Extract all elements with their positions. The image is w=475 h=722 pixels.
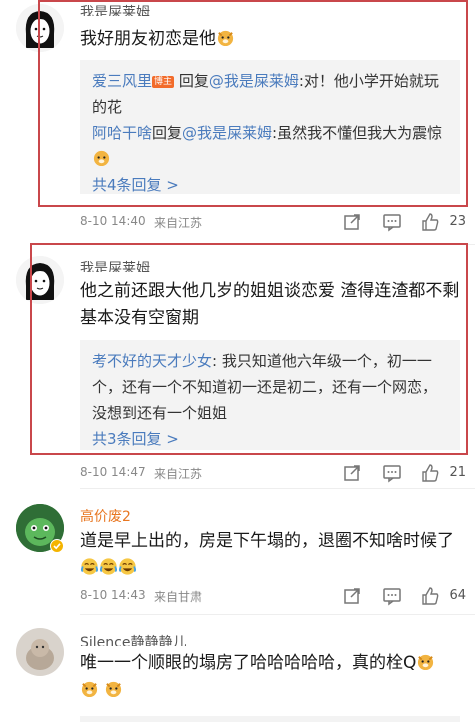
reply-item[interactable]: 阿哈干啥回复@我是屎莱姆:虽然我不懂但我大为震惊 [92,120,448,172]
avatar-girl-icon [16,4,64,52]
username[interactable]: 我是屎莱姆 [80,2,150,16]
blogger-badge: 博主 [152,76,175,88]
like-count: 64 [449,588,466,603]
comment-meta: 8-10 14:40 来自江苏 23 [80,212,466,232]
laugh-cry-emoji [118,557,137,576]
share-icon[interactable] [342,212,362,232]
reply-author[interactable]: 爱三风里 [92,72,152,90]
comment-meta: 8-10 14:43 来自甘肃 64 [80,586,466,606]
like-count: 21 [449,465,466,480]
comment-text: 唯一一个顺眼的塌房了哈哈哈哈哈，真的栓Q [80,650,460,704]
comment-text: 道是早上出的，房是下午塌的，退圈不知啥时候了 [80,528,460,582]
like-icon[interactable] [420,586,440,606]
timestamp: 8-10 14:43 [80,588,146,602]
reply-box: 考不好的天才少女: 我只知道他六年级一个，初一一个，还有一个不知道初一还是初二，… [80,340,460,450]
reply-item[interactable]: 爱三风里 博主 回复@我是屎莱姆:对！他小学开始就玩的花 [92,68,448,120]
doge-emoji [80,679,99,698]
avatar[interactable] [16,4,64,52]
like-icon[interactable] [420,212,440,232]
username[interactable]: 我是屎莱姆 [80,258,150,272]
reply-verb: 回复 [152,124,183,142]
doge-emoji [216,28,235,47]
comment-icon[interactable] [382,212,402,232]
reply-mention[interactable]: @我是屎莱姆 [182,124,272,142]
avatar-photo-icon [16,628,64,676]
doge-emoji [92,148,111,167]
comment-icon[interactable] [382,586,402,606]
location: 来自甘肃 [154,590,203,604]
reply-content: :虽然我不懂但我大为震惊 [272,124,443,142]
like-icon[interactable] [420,463,440,483]
location: 来自江苏 [154,467,203,481]
reply-author[interactable]: 考不好的天才少女 [92,352,212,370]
more-replies-link[interactable]: 共4条回复 > [92,172,448,198]
cut-off-reply [80,716,460,722]
comment-meta: 8-10 14:47 来自江苏 21 [80,463,466,483]
divider [80,488,475,489]
reply-box: 爱三风里 博主 回复@我是屎莱姆:对！他小学开始就玩的花 阿哈干啥回复@我是屎莱姆… [80,60,460,194]
more-replies-link[interactable]: 共3条回复 > [92,426,448,452]
doge-emoji [104,679,123,698]
laugh-cry-emoji [99,557,118,576]
avatar[interactable] [16,256,64,304]
avatar-girl-icon [16,256,64,304]
reply-item[interactable]: 考不好的天才少女: 我只知道他六年级一个，初一一个，还有一个不知道初一还是初二，… [92,348,448,426]
share-icon[interactable] [342,463,362,483]
comment-icon[interactable] [382,463,402,483]
divider [80,244,475,245]
reply-verb: 回复 [178,72,209,90]
like-count: 23 [449,214,466,229]
divider [80,614,475,615]
reply-author[interactable]: 阿哈干啥 [92,124,152,142]
avatar[interactable] [16,628,64,676]
reply-mention[interactable]: @我是屎莱姆 [209,72,299,90]
username[interactable]: 高价废2 [80,506,131,522]
doge-emoji [416,652,435,671]
timestamp: 8-10 14:47 [80,465,146,479]
laugh-cry-emoji [80,557,99,576]
share-icon[interactable] [342,586,362,606]
location: 来自江苏 [154,216,203,230]
comment-text: 他之前还跟大他几岁的姐姐谈恋爱 渣得连渣都不剩 基本没有空窗期 [80,281,460,328]
timestamp: 8-10 14:40 [80,214,146,228]
comment-text: 我好朋友初恋是他 [80,26,460,53]
verified-badge-icon [50,538,64,553]
username[interactable]: Silence静静静儿 [80,632,186,646]
